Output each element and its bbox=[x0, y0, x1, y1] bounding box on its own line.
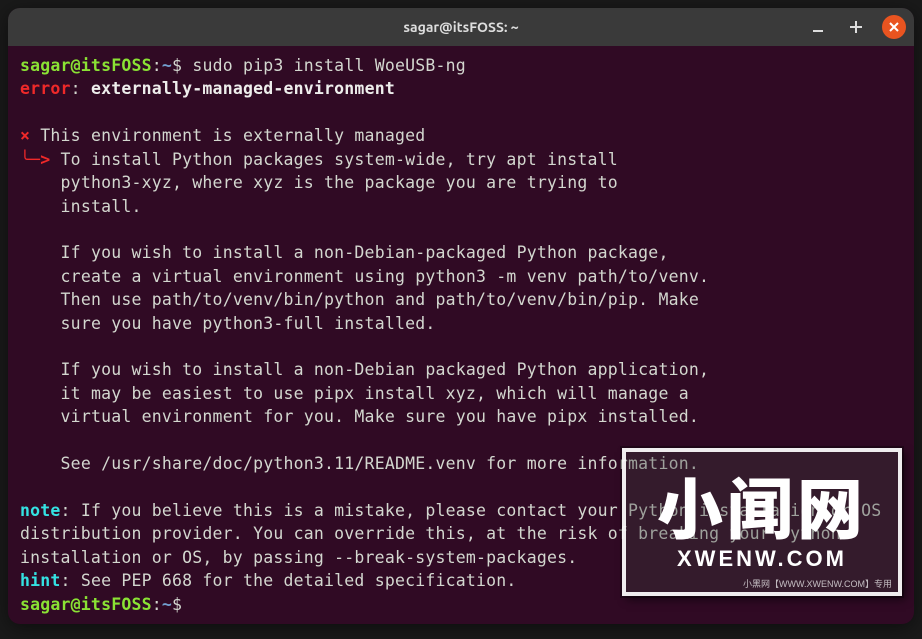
body-line: install. bbox=[20, 197, 142, 216]
prompt-user-host: sagar@itsFOSS bbox=[20, 56, 152, 75]
body-line: To install Python packages system-wide, … bbox=[50, 150, 618, 169]
prompt-dollar: $ bbox=[172, 56, 182, 75]
maximize-icon bbox=[849, 20, 863, 34]
body-line: virtual environment for you. Make sure y… bbox=[20, 407, 699, 426]
body-line: See /usr/share/doc/python3.11/README.ven… bbox=[20, 454, 699, 473]
close-button[interactable] bbox=[882, 15, 906, 39]
window-controls bbox=[806, 15, 906, 39]
body-line bbox=[20, 337, 61, 356]
window-title: sagar@itsFOSS: ~ bbox=[403, 19, 518, 35]
titlebar: sagar@itsFOSS: ~ bbox=[8, 8, 914, 46]
body-line: If you wish to install a non-Debian-pack… bbox=[20, 243, 669, 262]
body-line bbox=[20, 431, 61, 450]
body-line bbox=[20, 220, 61, 239]
minimize-icon bbox=[812, 21, 824, 33]
body-line: sure you have python3-full installed. bbox=[20, 314, 436, 333]
hint-label: hint bbox=[20, 571, 61, 590]
arrow-glyph: ╰─> bbox=[20, 150, 50, 169]
minimize-button[interactable] bbox=[806, 15, 830, 39]
hint-text: : See PEP 668 for the detailed specifica… bbox=[61, 571, 517, 590]
body-line: If you wish to install a non-Debian pack… bbox=[20, 360, 709, 379]
body-line: create a virtual environment using pytho… bbox=[20, 267, 709, 286]
prompt-dollar: $ bbox=[172, 595, 182, 614]
section-mark: × bbox=[20, 126, 30, 145]
terminal-window: sagar@itsFOSS: ~ sagar@itsFOSS:~$ sudo p… bbox=[8, 8, 914, 624]
note-label: note bbox=[20, 501, 61, 520]
prompt-path: ~ bbox=[162, 595, 172, 614]
maximize-button[interactable] bbox=[844, 15, 868, 39]
body-line: Then use path/to/venv/bin/python and pat… bbox=[20, 290, 699, 309]
prompt-path: ~ bbox=[162, 56, 172, 75]
note-text: : If you believe this is a mistake, plea… bbox=[20, 501, 892, 567]
command-text: sudo pip3 install WoeUSB-ng bbox=[192, 56, 466, 75]
error-message: externally-managed-environment bbox=[91, 79, 395, 98]
terminal-output[interactable]: sagar@itsFOSS:~$ sudo pip3 install WoeUS… bbox=[8, 46, 914, 624]
section-title: This environment is externally managed bbox=[30, 126, 425, 145]
close-icon bbox=[888, 21, 900, 33]
body-line: it may be easiest to use pipx install xy… bbox=[20, 384, 689, 403]
prompt-colon: : bbox=[152, 56, 162, 75]
error-label: error bbox=[20, 79, 71, 98]
prompt-user-host: sagar@itsFOSS bbox=[20, 595, 152, 614]
body-line: python3-xyz, where xyz is the package yo… bbox=[20, 173, 618, 192]
